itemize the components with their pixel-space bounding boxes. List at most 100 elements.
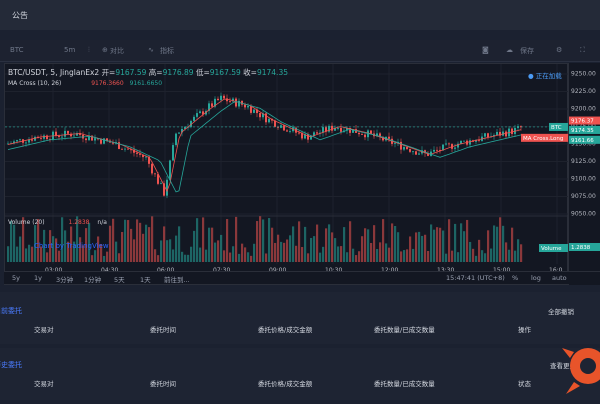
announcement-bar: 公告 bbox=[0, 0, 600, 30]
goto-date-button[interactable]: 前往到... bbox=[164, 274, 190, 284]
indicator-button[interactable]: 指标 bbox=[160, 46, 174, 56]
candle-body bbox=[403, 147, 405, 150]
volume-bar bbox=[334, 238, 337, 262]
candle-body bbox=[169, 160, 171, 180]
volume-bar bbox=[331, 232, 334, 262]
volume-bar bbox=[409, 236, 412, 262]
candle-body bbox=[160, 183, 162, 185]
candle-body bbox=[505, 131, 507, 137]
candle-body bbox=[448, 143, 450, 145]
volume-bar bbox=[397, 232, 400, 262]
volume-legend[interactable]: Volume (20) 1.2838 n/a bbox=[8, 219, 107, 226]
volume-bar bbox=[430, 224, 433, 262]
volume-bar bbox=[274, 242, 277, 262]
volume-bar bbox=[238, 253, 241, 262]
legend-low-label: 低= bbox=[195, 68, 210, 77]
candle-body bbox=[85, 138, 87, 141]
compare-icon[interactable]: ⊕ bbox=[102, 46, 108, 54]
price-axis[interactable]: 9250.009225.009200.009175.009150.009125.… bbox=[568, 63, 600, 285]
volume-bar bbox=[298, 221, 301, 262]
volume-bar bbox=[127, 220, 130, 262]
indicator-icon[interactable]: ∿ bbox=[148, 46, 154, 54]
volume-bar bbox=[196, 218, 199, 262]
volume-bar bbox=[226, 219, 229, 262]
price-tick-label: 9050.00 bbox=[571, 211, 596, 218]
clock[interactable]: 15:47:41 (UTC+8) bbox=[446, 274, 505, 282]
candle-body bbox=[178, 132, 180, 134]
candle-body bbox=[124, 148, 126, 150]
candle-type-icon[interactable]: ⫶ bbox=[88, 46, 90, 55]
volume-bar bbox=[466, 219, 469, 262]
log-toggle[interactable]: log bbox=[531, 274, 541, 282]
price-tag-btc: 9174.35 bbox=[571, 128, 594, 134]
ma-cross-legend[interactable]: MA Cross (10, 26) 9176.3660 9161.6650 bbox=[8, 80, 162, 87]
volume-bar bbox=[184, 254, 187, 262]
range-1d[interactable]: 1天 bbox=[140, 274, 151, 284]
volume-bar bbox=[424, 234, 427, 262]
volume-bar bbox=[133, 239, 136, 262]
volume-bar bbox=[154, 249, 157, 262]
range-5d[interactable]: 5天 bbox=[114, 274, 125, 284]
candle-body bbox=[121, 148, 123, 150]
volume-bar bbox=[451, 250, 454, 262]
save-button[interactable]: 保存 bbox=[520, 46, 534, 56]
volume-bar bbox=[103, 255, 106, 262]
col-time: 委托时间 bbox=[150, 326, 176, 334]
volume-bar bbox=[322, 246, 325, 262]
volume-bar bbox=[493, 225, 496, 262]
candle-body bbox=[253, 109, 255, 113]
auto-toggle[interactable]: auto bbox=[552, 274, 567, 282]
announcement-label[interactable]: 公告 bbox=[12, 10, 28, 21]
compare-button[interactable]: 对比 bbox=[110, 46, 124, 56]
volume-bar bbox=[253, 243, 256, 262]
candle-body bbox=[259, 113, 261, 118]
range-3min[interactable]: 3分钟 bbox=[56, 274, 73, 284]
cancel-all-button[interactable]: 全部撤销 bbox=[548, 306, 574, 316]
percent-toggle[interactable]: % bbox=[512, 274, 518, 282]
candle-body bbox=[247, 106, 249, 108]
candle-body bbox=[25, 142, 27, 144]
price-chart[interactable]: 03:0004:3006:0007:3009:0010:3012:0013:30… bbox=[4, 63, 569, 285]
volume-bar bbox=[157, 255, 160, 262]
candle-body bbox=[235, 98, 237, 107]
interval-button[interactable]: 5m bbox=[64, 46, 75, 54]
candle-body bbox=[19, 139, 21, 141]
range-5y[interactable]: 5y bbox=[12, 274, 20, 282]
volume-bar bbox=[394, 225, 397, 262]
volume-bar bbox=[337, 246, 340, 262]
volume-bar bbox=[304, 226, 307, 262]
camera-icon[interactable]: ◙ bbox=[482, 46, 489, 54]
candle-body bbox=[487, 133, 489, 138]
volume-bar bbox=[10, 220, 13, 262]
volume-bar bbox=[178, 226, 181, 262]
ma-slow-value: 9161.6650 bbox=[129, 80, 163, 87]
candle-body bbox=[418, 153, 420, 155]
legend-low: 9167.59 bbox=[209, 68, 241, 77]
fullscreen-icon[interactable]: ⛶ bbox=[580, 46, 585, 55]
volume-bar bbox=[346, 252, 349, 262]
volume-bar bbox=[358, 251, 361, 262]
candle-body bbox=[454, 147, 456, 149]
candle-body bbox=[289, 131, 291, 133]
legend-close: 9174.35 bbox=[256, 68, 288, 77]
candle-body bbox=[58, 135, 60, 137]
candle-body bbox=[364, 134, 366, 138]
symbol-label[interactable]: BTC bbox=[10, 46, 24, 54]
cloud-icon[interactable]: ☁ bbox=[506, 46, 513, 54]
price-tick-label: 9250.00 bbox=[571, 71, 596, 78]
volume-bar bbox=[259, 216, 262, 262]
legend-open-label: 开= bbox=[101, 68, 116, 77]
candle-body bbox=[316, 132, 318, 134]
volume-bar bbox=[19, 236, 22, 262]
range-1min[interactable]: 1分钟 bbox=[84, 274, 101, 284]
volume-value: 1.2838 bbox=[68, 219, 90, 226]
volume-bar bbox=[391, 223, 394, 262]
candle-body bbox=[388, 136, 390, 139]
settings-icon[interactable]: ⚙ bbox=[556, 46, 562, 54]
volume-bar bbox=[385, 243, 388, 262]
tradingview-watermark[interactable]: Chart by TradingView bbox=[34, 242, 109, 250]
volume-bar bbox=[292, 226, 295, 262]
candle-body bbox=[250, 106, 252, 113]
range-1y[interactable]: 1y bbox=[34, 274, 42, 282]
history-col-price: 委托价格/成交金额 bbox=[258, 380, 313, 388]
